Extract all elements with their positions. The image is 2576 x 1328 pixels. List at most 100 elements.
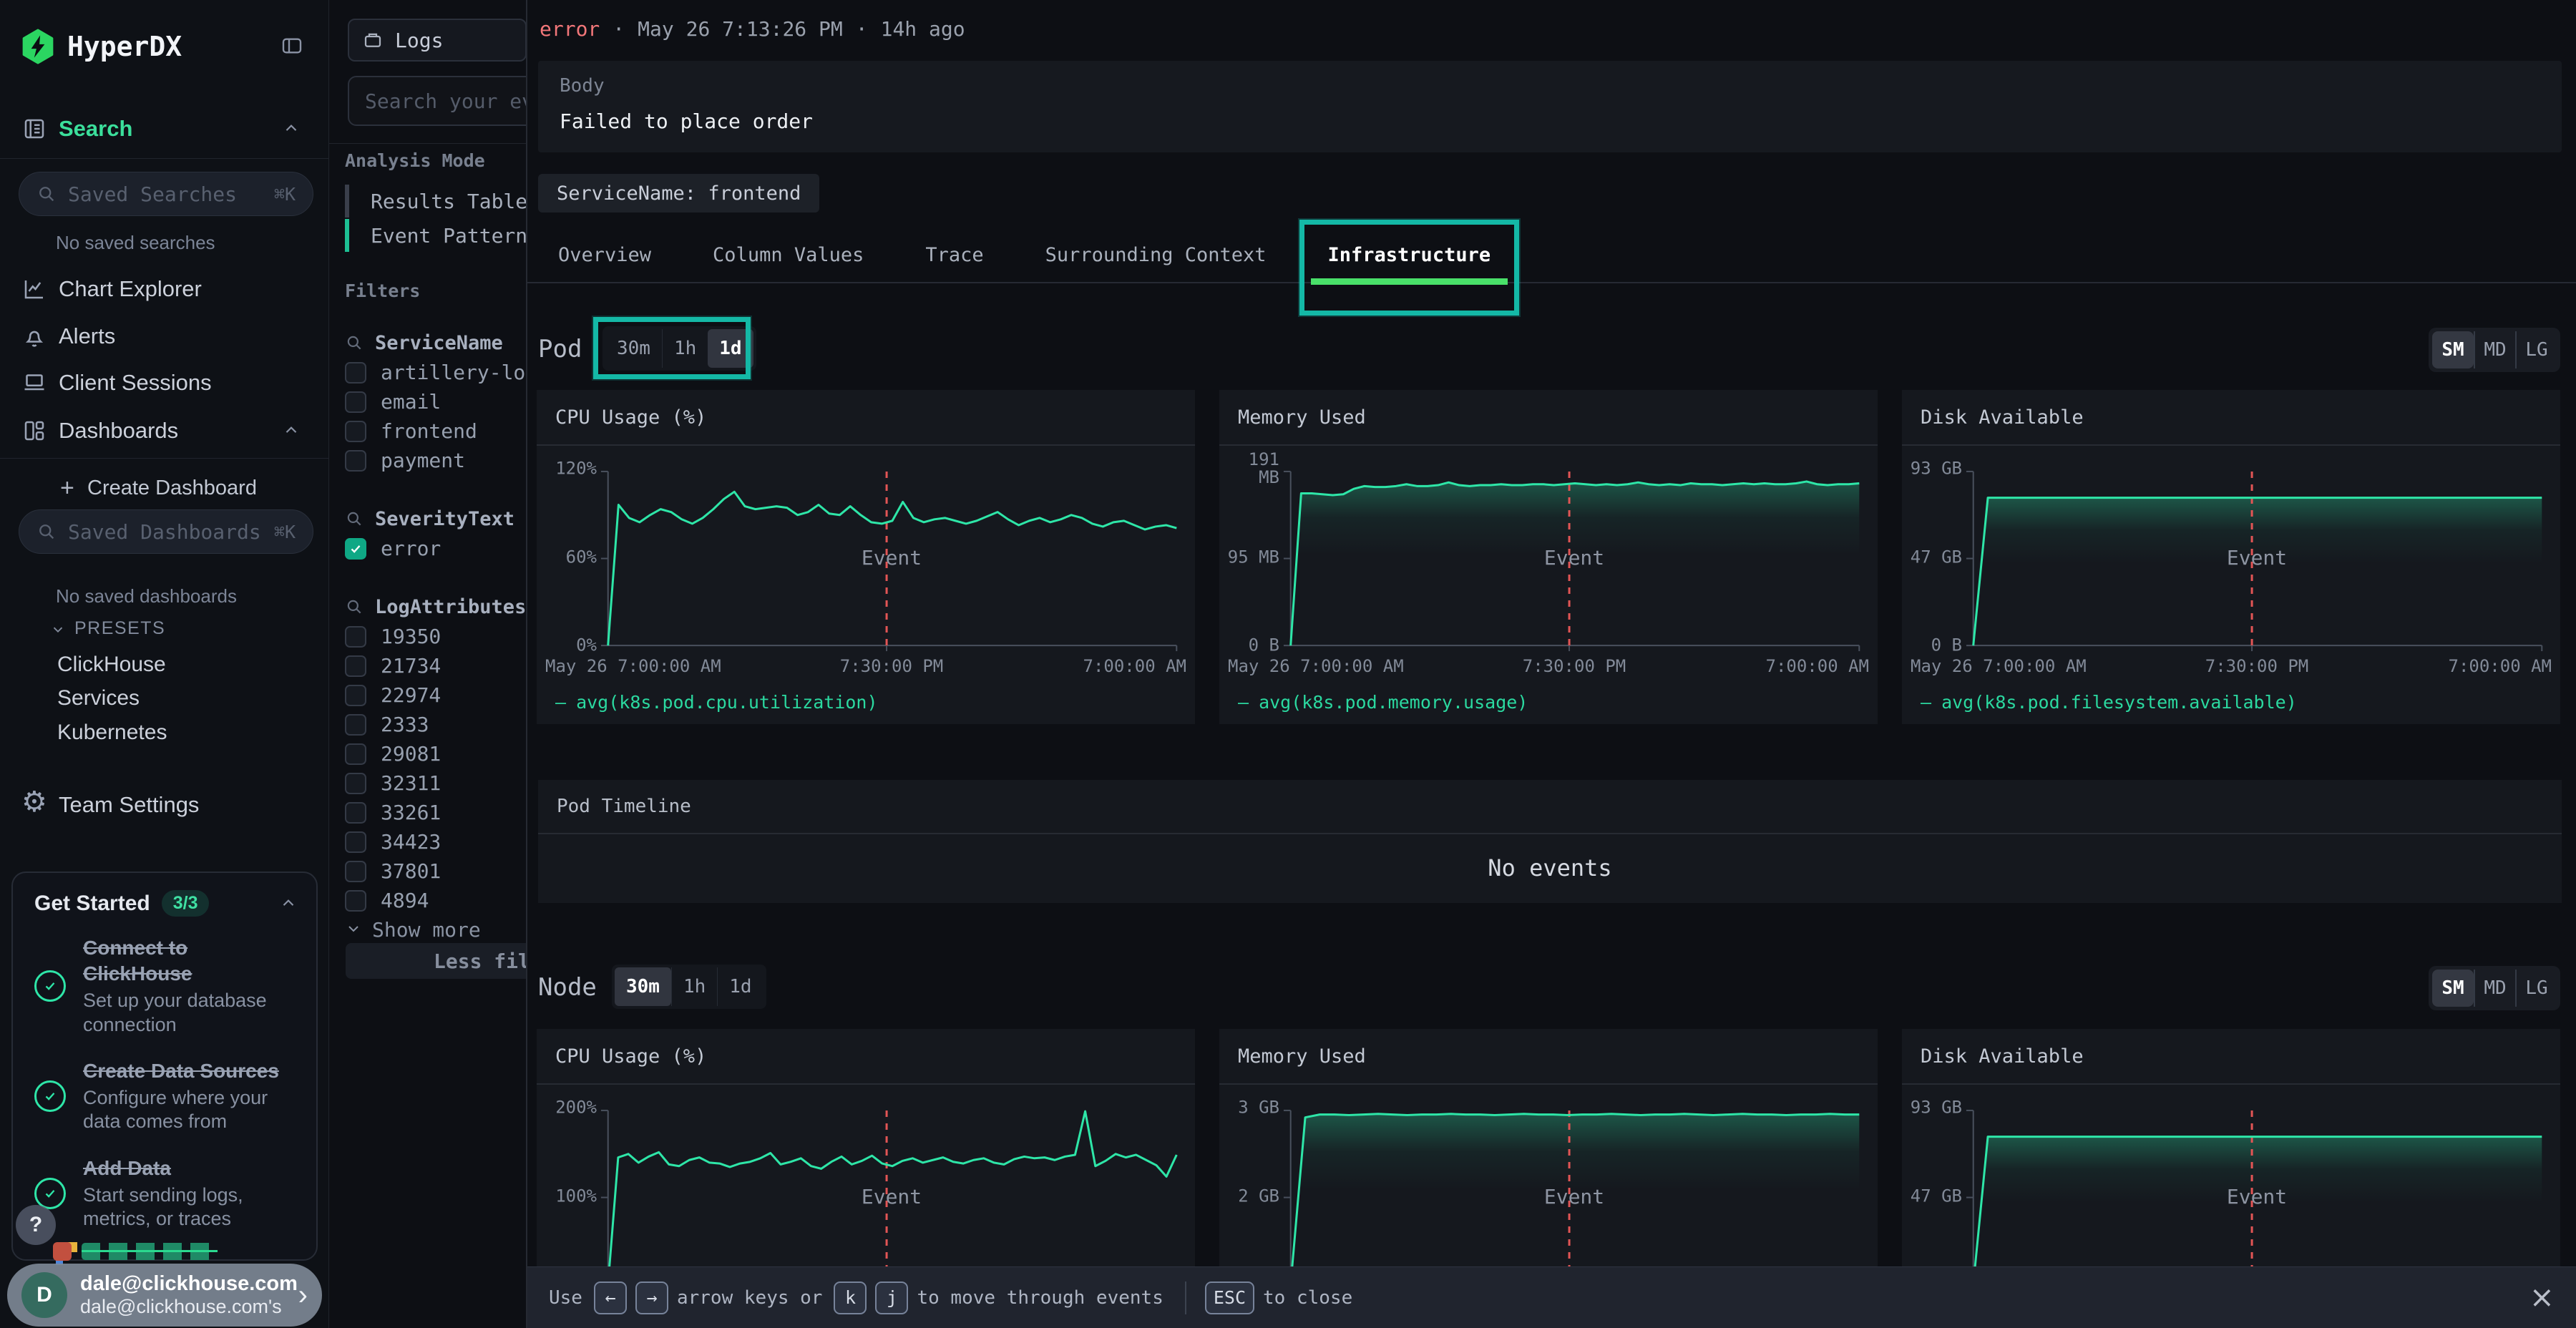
sidebar-item-team-settings[interactable]: ⚙ Team Settings bbox=[0, 783, 329, 826]
annotation-box-infrastructure-tab bbox=[1299, 220, 1520, 316]
checkbox-checked[interactable] bbox=[345, 538, 366, 560]
checkbox[interactable] bbox=[345, 391, 366, 413]
filter-option-label: payment bbox=[381, 449, 465, 472]
node-time-range-toggle: 30m1h1d bbox=[612, 965, 766, 1009]
filter-option[interactable]: 2333 bbox=[345, 710, 526, 739]
keycap-←: ← bbox=[594, 1281, 627, 1314]
get-started-task[interactable]: Create Data SourcesConfigure where your … bbox=[13, 1047, 316, 1144]
checkbox[interactable] bbox=[345, 655, 366, 677]
checkbox[interactable] bbox=[345, 831, 366, 853]
gear-icon: ⚙ bbox=[21, 789, 47, 815]
filter-option[interactable]: 34423 bbox=[345, 827, 526, 856]
presets-label: PRESETS bbox=[74, 618, 165, 639]
tab-surrounding-context[interactable]: Surrounding Context bbox=[1045, 244, 1267, 266]
app-logo[interactable]: HyperDX bbox=[20, 29, 182, 64]
close-icon[interactable]: × bbox=[2529, 1280, 2555, 1314]
less-filters-button[interactable]: Less fil bbox=[346, 943, 526, 979]
mode-indicator-bar bbox=[345, 219, 349, 252]
sidebar-item-services[interactable]: Services bbox=[57, 686, 140, 711]
node-range-1d[interactable]: 1d bbox=[717, 967, 763, 1006]
chevron-up-icon[interactable] bbox=[282, 119, 301, 138]
chart-title: Disk Available bbox=[1921, 1045, 2084, 1068]
tab-infrastructure[interactable]: Infrastructure bbox=[1328, 244, 1491, 266]
sidebar-item-chart-explorer[interactable]: Chart Explorer bbox=[0, 268, 329, 311]
pod-size-sm[interactable]: SM bbox=[2432, 331, 2474, 368]
filter-option[interactable]: email bbox=[345, 387, 526, 416]
filter-option[interactable]: 29081 bbox=[345, 739, 526, 768]
filter-group-name: LogAttributes bbox=[375, 596, 526, 618]
sidebar-collapse-icon[interactable] bbox=[278, 34, 306, 61]
filters-label: Filters bbox=[345, 280, 420, 301]
filter-option[interactable]: 37801 bbox=[345, 856, 526, 886]
node-size-lg[interactable]: LG bbox=[2515, 970, 2557, 1007]
sidebar-item-client-sessions[interactable]: Client Sessions bbox=[0, 361, 329, 404]
pod-size-lg[interactable]: LG bbox=[2515, 331, 2557, 368]
node-range-1h[interactable]: 1h bbox=[671, 967, 717, 1006]
sidebar-item-kubernetes[interactable]: Kubernetes bbox=[57, 721, 167, 745]
checkbox[interactable] bbox=[345, 773, 366, 794]
source-selector-button[interactable]: Logs bbox=[348, 19, 526, 62]
filter-group-header[interactable]: ServiceName bbox=[345, 328, 526, 358]
pod-size-md[interactable]: MD bbox=[2474, 331, 2515, 368]
filter-option[interactable]: artillery-loa bbox=[345, 358, 526, 387]
chart-card-node-memory: Memory Used3 GB2 GBEvent bbox=[1219, 1029, 1878, 1266]
sidebar-item-clickhouse[interactable]: ClickHouse bbox=[57, 653, 166, 677]
filter-group-header[interactable]: LogAttributes bbox=[345, 592, 526, 622]
filter-option[interactable]: 21734 bbox=[345, 651, 526, 680]
footer-divider bbox=[1185, 1281, 1186, 1314]
divider bbox=[329, 143, 526, 144]
saved-searches-input[interactable]: Saved Searches ⌘K bbox=[19, 172, 313, 216]
filter-option[interactable]: 33261 bbox=[345, 798, 526, 827]
checkbox[interactable] bbox=[345, 626, 366, 648]
checkbox[interactable] bbox=[345, 714, 366, 736]
checkbox[interactable] bbox=[345, 861, 366, 882]
tab-column-values[interactable]: Column Values bbox=[713, 244, 864, 266]
sidebar-item-dashboards[interactable]: Dashboards bbox=[0, 409, 329, 452]
search-icon bbox=[36, 184, 57, 204]
checkbox[interactable] bbox=[345, 450, 366, 472]
sidebar-item-alerts[interactable]: Alerts bbox=[0, 315, 329, 358]
analysis-mode-option-results-table[interactable]: Results Table bbox=[345, 185, 526, 218]
node-size-md[interactable]: MD bbox=[2474, 970, 2515, 1007]
no-saved-searches-note: No saved searches bbox=[56, 232, 215, 254]
filter-group-servicename: ServiceNameartillery-loaemailfrontend pay… bbox=[345, 328, 526, 475]
checkbox[interactable] bbox=[345, 890, 366, 912]
filter-option[interactable]: error bbox=[345, 534, 526, 563]
checkbox[interactable] bbox=[345, 802, 366, 824]
user-account-chip[interactable]: D dale@clickhouse.com dale@clickhouse.co… bbox=[7, 1264, 322, 1327]
task-texts: Connect to ClickHouseSet up your databas… bbox=[83, 935, 298, 1037]
chevron-up-icon[interactable] bbox=[282, 421, 301, 440]
filter-option[interactable]: 32311 bbox=[345, 768, 526, 798]
filter-option[interactable]: 4894 bbox=[345, 886, 526, 915]
sidebar-item-search[interactable]: Search bbox=[0, 107, 329, 150]
node-size-sm[interactable]: SM bbox=[2432, 970, 2474, 1007]
filter-option[interactable]: payment bbox=[345, 446, 526, 475]
chevron-up-icon[interactable] bbox=[279, 894, 298, 913]
get-started-task[interactable]: Connect to ClickHouseSet up your databas… bbox=[13, 924, 316, 1047]
filter-option[interactable]: 22974 bbox=[345, 680, 526, 710]
analysis-mode-option-event-patterns[interactable]: Event Patterns bbox=[345, 219, 526, 252]
y-axis-tick-label: 0 B bbox=[1224, 636, 1279, 654]
saved-dashboards-input[interactable]: Saved Dashboards ⌘K bbox=[19, 509, 313, 554]
get-started-task[interactable]: Add DataStart sending logs, metrics, or … bbox=[13, 1144, 316, 1241]
presets-toggle[interactable]: PRESETS bbox=[50, 618, 165, 639]
checkbox[interactable] bbox=[345, 421, 366, 442]
y-axis-tick-label: 0% bbox=[541, 636, 597, 654]
checkbox[interactable] bbox=[345, 362, 366, 384]
tab-trace[interactable]: Trace bbox=[925, 244, 983, 266]
filter-group-header[interactable]: SeverityText bbox=[345, 504, 526, 534]
checkbox[interactable] bbox=[345, 685, 366, 706]
create-dashboard-button[interactable]: + Create Dashboard bbox=[0, 467, 329, 509]
tab-overview[interactable]: Overview bbox=[558, 244, 651, 266]
help-button[interactable]: ? bbox=[16, 1205, 56, 1245]
filter-option[interactable]: frontend bbox=[345, 416, 526, 446]
node-range-30m[interactable]: 30m bbox=[615, 967, 671, 1006]
checkbox[interactable] bbox=[345, 743, 366, 765]
mode-label: Results Table bbox=[371, 190, 526, 213]
filter-option[interactable]: 19350 bbox=[345, 622, 526, 651]
service-name-chip[interactable]: ServiceName: frontend bbox=[538, 174, 819, 213]
show-more-button[interactable]: Show more bbox=[345, 915, 526, 944]
event-search-input[interactable]: Search your ev bbox=[348, 76, 526, 126]
legend-line-swatch: — bbox=[555, 692, 566, 713]
show-more-label: Show more bbox=[372, 918, 481, 942]
